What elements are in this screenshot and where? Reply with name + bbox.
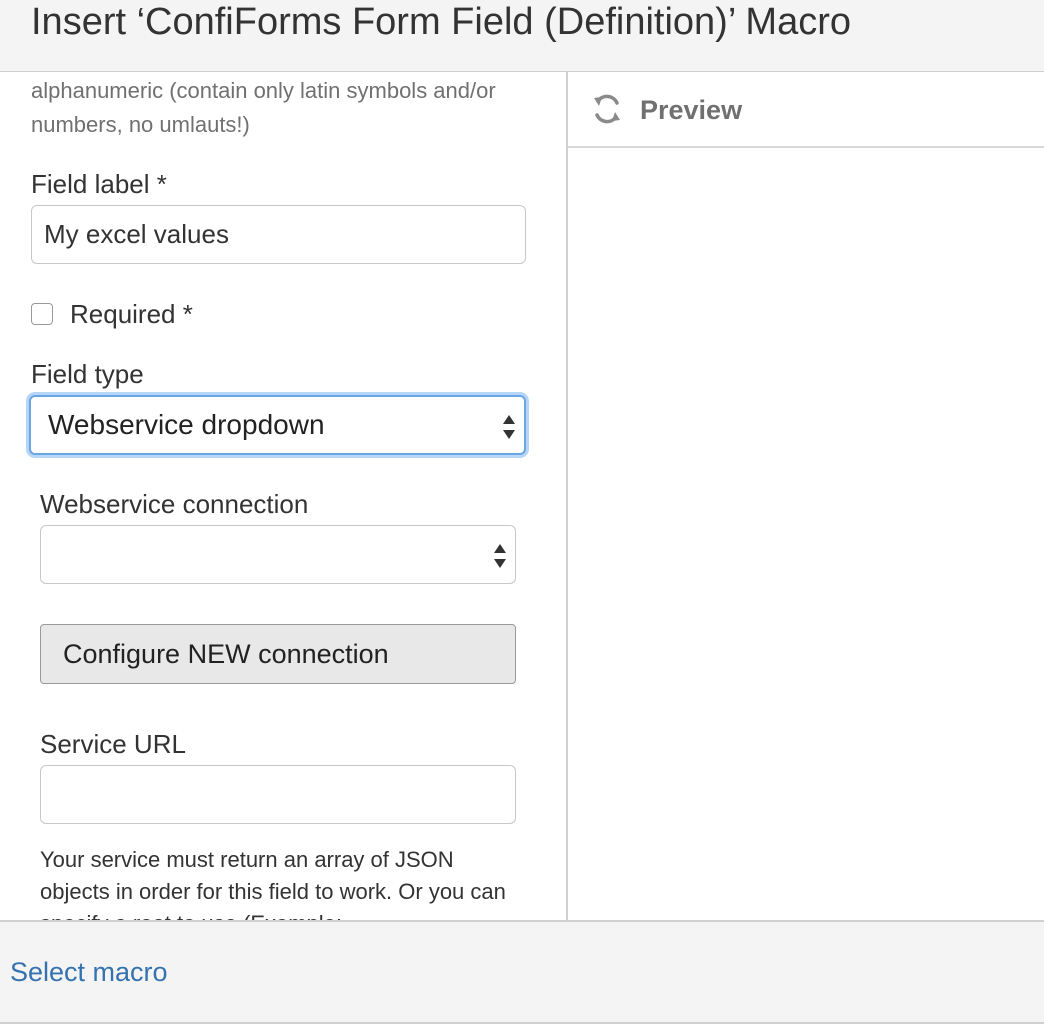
refresh-icon[interactable]: [590, 92, 624, 126]
dialog-footer: Select macro: [0, 920, 1044, 1024]
configure-new-connection-button[interactable]: Configure NEW connection: [40, 624, 516, 684]
field-type-label: Field type: [31, 359, 144, 389]
field-name-hint: alphanumeric (contain only latin symbols…: [31, 78, 496, 137]
macro-parameters-panel[interactable]: alphanumeric (contain only latin symbols…: [0, 72, 566, 920]
field-label-label: Field label *: [31, 169, 167, 199]
preview-label[interactable]: Preview: [640, 94, 742, 126]
field-type-select[interactable]: Webservice dropdown: [29, 395, 526, 455]
preview-panel: Preview: [566, 72, 1044, 920]
service-url-help-text: Your service must return an array of JSO…: [40, 847, 506, 920]
required-label: Required *: [70, 299, 193, 329]
service-url-input[interactable]: [40, 765, 516, 824]
required-checkbox[interactable]: [31, 303, 53, 325]
webservice-connection-label: Webservice connection: [40, 489, 309, 519]
service-url-label: Service URL: [40, 729, 186, 759]
select-macro-link[interactable]: Select macro: [10, 956, 168, 988]
webservice-connection-select[interactable]: [40, 525, 516, 584]
dialog-title: Insert ‘ConfiForms Form Field (Definitio…: [31, 1, 851, 43]
select-arrows-icon: [503, 415, 515, 439]
preview-header[interactable]: Preview: [568, 72, 1044, 148]
field-label-input[interactable]: [31, 205, 526, 264]
select-arrows-icon: [494, 544, 506, 568]
dialog-header: Insert ‘ConfiForms Form Field (Definitio…: [0, 0, 1044, 72]
field-type-selected-value: Webservice dropdown: [48, 409, 325, 440]
